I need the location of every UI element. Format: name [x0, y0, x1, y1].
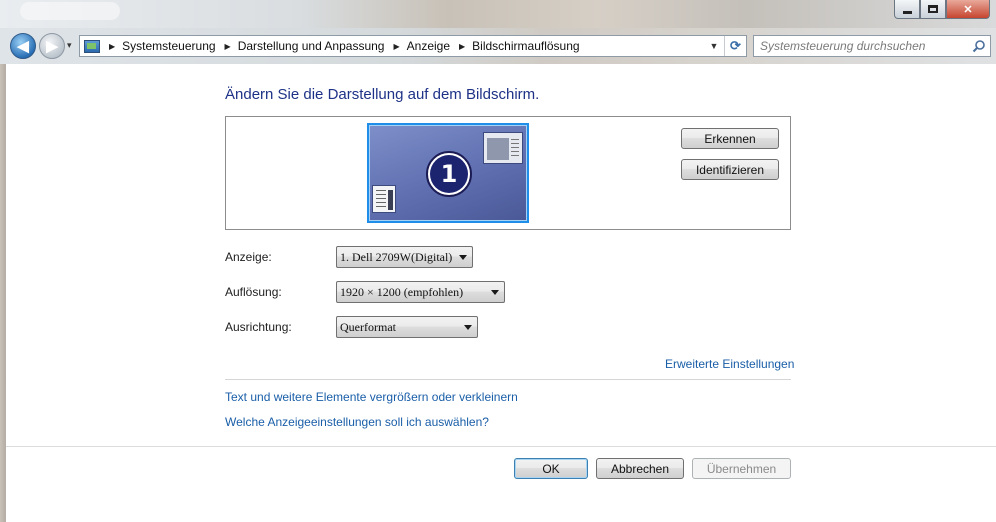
orientation-label: Ausrichtung:	[225, 320, 292, 334]
breadcrumb-separator-icon[interactable]: ▶	[459, 42, 465, 51]
identify-button[interactable]: Identifizieren	[681, 159, 779, 180]
refresh-icon: ⟳	[730, 38, 741, 53]
resolution-select-value: 1920 × 1200 (empfohlen)	[340, 284, 464, 299]
monitor-number: 1	[430, 155, 468, 193]
monitor-number-badge: 1	[426, 151, 472, 197]
mini-window-icon	[483, 132, 523, 164]
orientation-select-value: Querformat	[340, 319, 396, 334]
back-button[interactable]: ◀	[10, 33, 36, 59]
forward-button[interactable]: ▶	[39, 33, 65, 59]
apply-button[interactable]: Übernehmen	[692, 458, 791, 479]
maximize-icon	[928, 5, 938, 13]
breadcrumb-separator-icon[interactable]: ▶	[393, 42, 399, 51]
breadcrumb: ▶ Systemsteuerung ▶ Darstellung und Anpa…	[100, 39, 580, 53]
detect-button[interactable]: Erkennen	[681, 128, 779, 149]
dropdown-arrow-icon	[464, 325, 472, 330]
advanced-settings-link[interactable]: Erweiterte Einstellungen	[665, 357, 794, 371]
dropdown-arrow-icon	[491, 290, 499, 295]
control-panel-icon	[84, 39, 100, 53]
page-title: Ändern Sie die Darstellung auf dem Bilds…	[225, 86, 540, 103]
title-background-hint	[20, 2, 120, 20]
resolution-select[interactable]: 1920 × 1200 (empfohlen)	[336, 281, 505, 303]
which-settings-link[interactable]: Welche Anzeigeeinstellungen soll ich aus…	[225, 415, 489, 429]
maximize-button[interactable]	[920, 0, 946, 19]
recent-pages-dropdown[interactable]: ▾	[67, 40, 72, 51]
minimize-icon	[902, 10, 912, 14]
back-arrow-icon: ◀	[17, 38, 29, 55]
monitor-1-thumbnail[interactable]: 1	[367, 123, 529, 223]
display-select[interactable]: 1. Dell 2709W(Digital)	[336, 246, 473, 268]
dropdown-arrow-icon	[459, 255, 467, 260]
section-divider	[225, 379, 791, 380]
title-bar: ✕	[0, 0, 996, 28]
breadcrumb-item-anzeige[interactable]: Anzeige	[407, 39, 450, 53]
address-bar[interactable]: ▶ Systemsteuerung ▶ Darstellung und Anpa…	[79, 35, 747, 57]
forward-arrow-icon: ▶	[46, 38, 58, 55]
breadcrumb-item-bildschirmaufloesung[interactable]: Bildschirmauflösung	[472, 39, 579, 53]
window-controls: ✕	[894, 0, 990, 20]
footer-divider	[6, 446, 996, 447]
breadcrumb-item-darstellung[interactable]: Darstellung und Anpassung	[238, 39, 385, 53]
breadcrumb-item-systemsteuerung[interactable]: Systemsteuerung	[122, 39, 215, 53]
resolution-label: Auflösung:	[225, 285, 282, 299]
breadcrumb-separator-icon[interactable]: ▶	[225, 42, 231, 51]
display-select-value: 1. Dell 2709W(Digital)	[340, 249, 453, 264]
refresh-button[interactable]: ⟳	[724, 36, 746, 56]
search-box	[753, 35, 991, 57]
orientation-select[interactable]: Querformat	[336, 316, 478, 338]
close-icon: ✕	[963, 3, 973, 16]
close-button[interactable]: ✕	[946, 0, 990, 19]
text-size-link[interactable]: Text und weitere Elemente vergrößern ode…	[225, 390, 518, 404]
ok-button[interactable]: OK	[514, 458, 588, 479]
display-label: Anzeige:	[225, 250, 272, 264]
chevron-down-icon: ▾	[67, 40, 72, 50]
search-input[interactable]	[760, 39, 970, 53]
breadcrumb-separator-icon[interactable]: ▶	[109, 42, 115, 51]
chevron-down-icon: ▼	[709, 41, 719, 51]
address-dropdown-button[interactable]: ▼	[706, 36, 722, 56]
search-icon[interactable]	[972, 39, 986, 53]
cancel-button[interactable]: Abbrechen	[596, 458, 684, 479]
mini-document-icon	[372, 185, 396, 213]
minimize-button[interactable]	[894, 0, 920, 19]
